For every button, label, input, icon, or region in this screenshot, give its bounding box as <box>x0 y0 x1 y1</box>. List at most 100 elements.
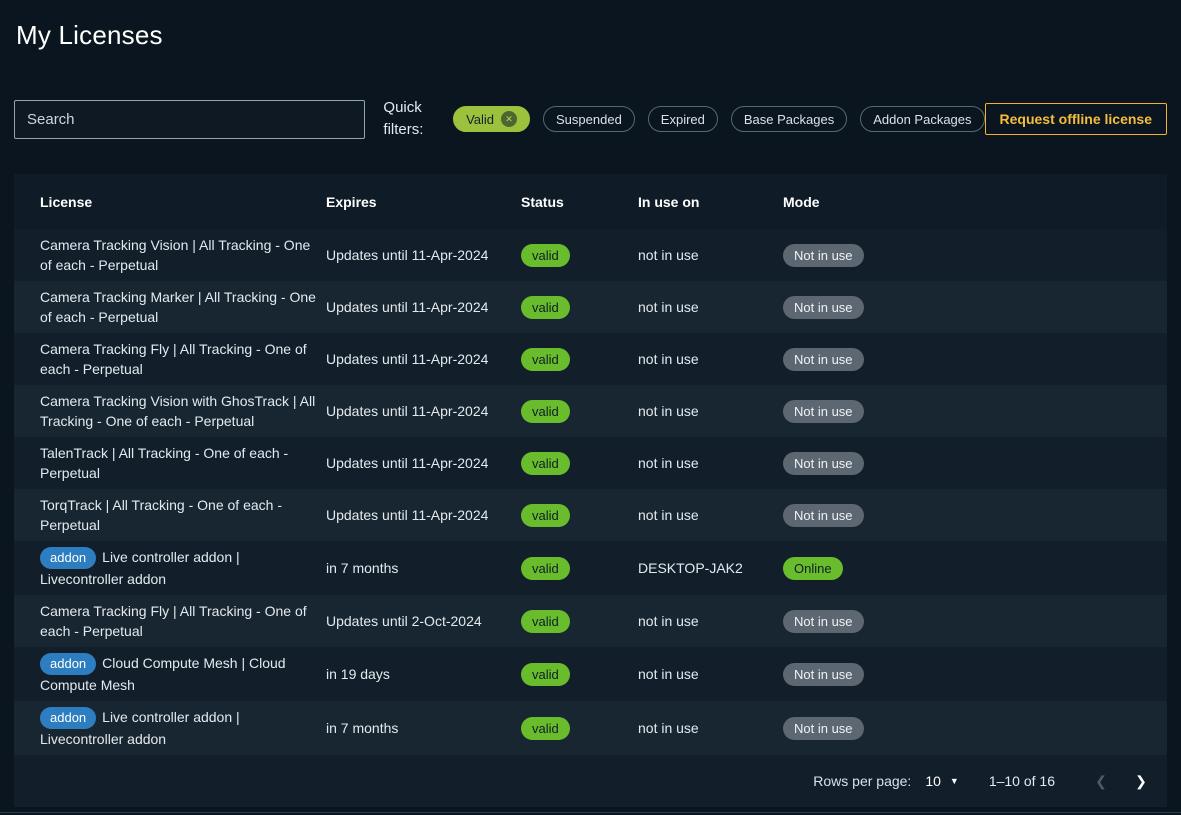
table-body: Camera Tracking Vision | All Tracking - … <box>14 229 1167 755</box>
licenses-table: License Expires Status In use on Mode Ca… <box>14 174 1167 807</box>
request-offline-license-button[interactable]: Request offline license <box>985 103 1167 135</box>
filter-chip-label: Addon Packages <box>873 112 971 127</box>
table-footer: Rows per page: 10 ▼ 1–10 of 16 ❮ ❯ <box>14 755 1167 807</box>
license-cell: Camera Tracking Fly | All Tracking - One… <box>14 595 326 647</box>
mode-cell: Online <box>783 551 1167 586</box>
status-badge: valid <box>521 663 570 686</box>
filter-chip-expired[interactable]: Expired <box>648 106 718 132</box>
status-cell: valid <box>521 394 638 429</box>
filter-chip-addon-packages[interactable]: Addon Packages <box>860 106 984 132</box>
license-cell: Camera Tracking Vision with GhosTrack | … <box>14 385 326 437</box>
license-cell: Camera Tracking Marker | All Tracking - … <box>14 281 326 333</box>
mode-cell: Not in use <box>783 604 1167 639</box>
mode-cell: Not in use <box>783 711 1167 746</box>
quick-filter-chips: Valid ✕ Suspended Expired Base Packages Addon… <box>453 106 984 132</box>
mode-badge: Not in use <box>783 244 864 267</box>
mode-badge: Not in use <box>783 504 864 527</box>
mode-badge: Not in use <box>783 348 864 371</box>
expires-cell: in 19 days <box>326 658 521 690</box>
mode-cell: Not in use <box>783 657 1167 692</box>
my-licenses-page: My Licenses Quick filters: Valid✕Suspend… <box>0 0 1181 815</box>
rows-per-page-label: Rows per page: <box>813 773 911 789</box>
license-name: Camera Tracking Vision with GhosTrack | … <box>40 393 315 429</box>
license-cell: addonLive controller addon | Livecontrol… <box>14 541 326 595</box>
mode-cell: Not in use <box>783 342 1167 377</box>
table-row: Camera Tracking Vision | All Tracking - … <box>14 229 1167 281</box>
status-cell: valid <box>521 238 638 273</box>
status-cell: valid <box>521 604 638 639</box>
status-cell: valid <box>521 290 638 325</box>
table-header: License Expires Status In use on Mode <box>14 174 1167 229</box>
status-badge: valid <box>521 717 570 740</box>
mode-cell: Not in use <box>783 498 1167 533</box>
license-cell: TalenTrack | All Tracking - One of each … <box>14 437 326 489</box>
addon-badge: addon <box>40 653 96 675</box>
status-badge: valid <box>521 348 570 371</box>
license-cell: addonCloud Compute Mesh | Cloud Compute … <box>14 647 326 701</box>
expires-cell: Updates until 11-Apr-2024 <box>326 343 521 375</box>
mode-cell: Not in use <box>783 238 1167 273</box>
status-badge: valid <box>521 296 570 319</box>
pagination-range: 1–10 of 16 <box>989 773 1055 789</box>
table-row: TalenTrack | All Tracking - One of each … <box>14 437 1167 489</box>
toolbar: Quick filters: Valid ✕ Suspended Expired Bas… <box>14 97 1167 141</box>
mode-badge: Online <box>783 557 843 580</box>
expires-cell: in 7 months <box>326 712 521 744</box>
in-use-on-cell: not in use <box>638 447 783 479</box>
status-badge: valid <box>521 504 570 527</box>
mode-cell: Not in use <box>783 446 1167 481</box>
previous-page-button[interactable]: ❮ <box>1081 761 1121 801</box>
search-input[interactable] <box>14 100 365 139</box>
bottom-divider <box>0 812 1181 813</box>
table-row: Camera Tracking Vision with GhosTrack | … <box>14 385 1167 437</box>
rows-per-page-value: 10 <box>925 773 941 789</box>
license-name: TalenTrack | All Tracking - One of each … <box>40 445 288 481</box>
filter-chip-label: Valid <box>466 112 494 127</box>
license-name: Camera Tracking Vision | All Tracking - … <box>40 237 310 273</box>
expires-cell: Updates until 11-Apr-2024 <box>326 395 521 427</box>
status-cell: valid <box>521 498 638 533</box>
filter-chip-valid[interactable]: Valid ✕ <box>453 106 530 132</box>
column-header-mode: Mode <box>783 194 1167 210</box>
mode-badge: Not in use <box>783 663 864 686</box>
in-use-on-cell: not in use <box>638 499 783 531</box>
filter-chip-label: Expired <box>661 112 705 127</box>
filter-chip-label: Base Packages <box>744 112 834 127</box>
license-name: TorqTrack | All Tracking - One of each -… <box>40 497 282 533</box>
column-header-license: License <box>14 194 326 210</box>
table-row: Camera Tracking Fly | All Tracking - One… <box>14 333 1167 385</box>
filter-chip-label: Suspended <box>556 112 622 127</box>
status-badge: valid <box>521 452 570 475</box>
status-cell: valid <box>521 446 638 481</box>
in-use-on-cell: not in use <box>638 291 783 323</box>
license-cell: addonLive controller addon | Livecontrol… <box>14 701 326 755</box>
close-icon[interactable]: ✕ <box>501 111 517 127</box>
filter-chip-suspended[interactable]: Suspended <box>543 106 635 132</box>
expires-cell: Updates until 11-Apr-2024 <box>326 499 521 531</box>
license-cell: Camera Tracking Vision | All Tracking - … <box>14 229 326 281</box>
filter-chip-base-packages[interactable]: Base Packages <box>731 106 847 132</box>
next-page-button[interactable]: ❯ <box>1121 761 1161 801</box>
column-header-in-use-on: In use on <box>638 194 783 210</box>
table-row: TorqTrack | All Tracking - One of each -… <box>14 489 1167 541</box>
mode-cell: Not in use <box>783 394 1167 429</box>
quick-filters-label: Quick filters: <box>383 97 441 141</box>
license-cell: TorqTrack | All Tracking - One of each -… <box>14 489 326 541</box>
license-name: Camera Tracking Fly | All Tracking - One… <box>40 341 307 377</box>
status-badge: valid <box>521 610 570 633</box>
status-cell: valid <box>521 657 638 692</box>
table-row: addonLive controller addon | Livecontrol… <box>14 701 1167 755</box>
column-header-status: Status <box>521 194 638 210</box>
license-name: Camera Tracking Marker | All Tracking - … <box>40 289 316 325</box>
mode-cell: Not in use <box>783 290 1167 325</box>
rows-per-page-select[interactable]: 10 ▼ <box>925 773 959 789</box>
expires-cell: Updates until 11-Apr-2024 <box>326 291 521 323</box>
status-cell: valid <box>521 551 638 586</box>
status-badge: valid <box>521 557 570 580</box>
column-header-expires: Expires <box>326 194 521 210</box>
in-use-on-cell: not in use <box>638 658 783 690</box>
chevron-down-icon: ▼ <box>950 776 959 786</box>
expires-cell: Updates until 11-Apr-2024 <box>326 447 521 479</box>
in-use-on-cell: not in use <box>638 239 783 271</box>
in-use-on-cell: not in use <box>638 395 783 427</box>
